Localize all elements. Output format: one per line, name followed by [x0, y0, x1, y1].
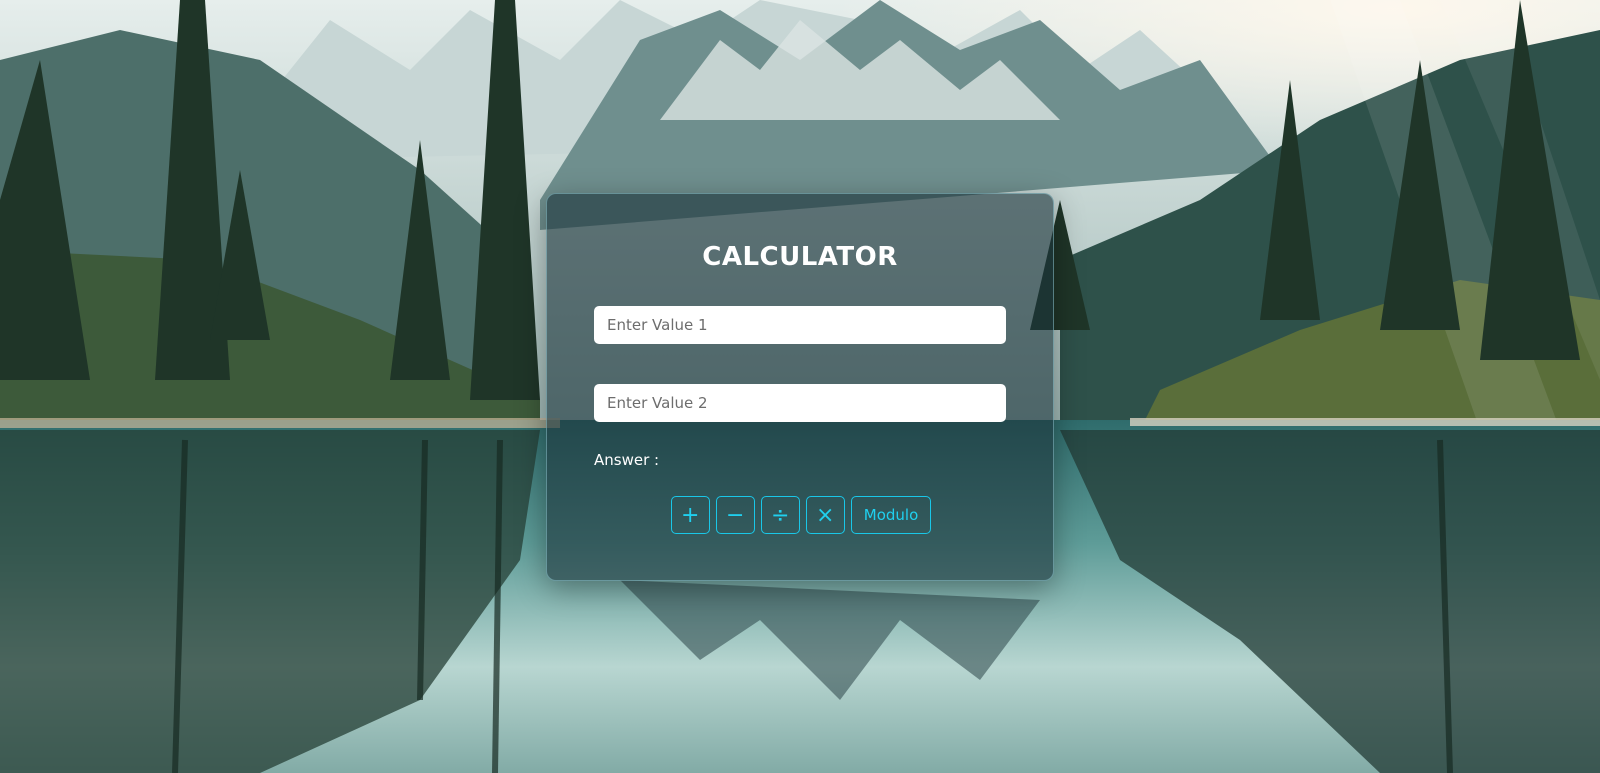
operation-buttons: + − ÷ × Modulo: [547, 496, 1053, 534]
subtract-button[interactable]: −: [715, 496, 755, 534]
multiply-button[interactable]: ×: [805, 496, 845, 534]
add-button[interactable]: +: [670, 496, 710, 534]
value-2-input[interactable]: [594, 384, 1006, 422]
divide-button[interactable]: ÷: [760, 496, 800, 534]
modulo-button[interactable]: Modulo: [850, 496, 932, 534]
app-window: CALCULATOR Answer : + − ÷ × Modulo: [0, 0, 1600, 773]
calculator-title: CALCULATOR: [702, 242, 898, 272]
answer-label: Answer :: [594, 451, 660, 469]
calculator-card: CALCULATOR Answer : + − ÷ × Modulo: [546, 193, 1054, 581]
value-1-input[interactable]: [594, 306, 1006, 344]
